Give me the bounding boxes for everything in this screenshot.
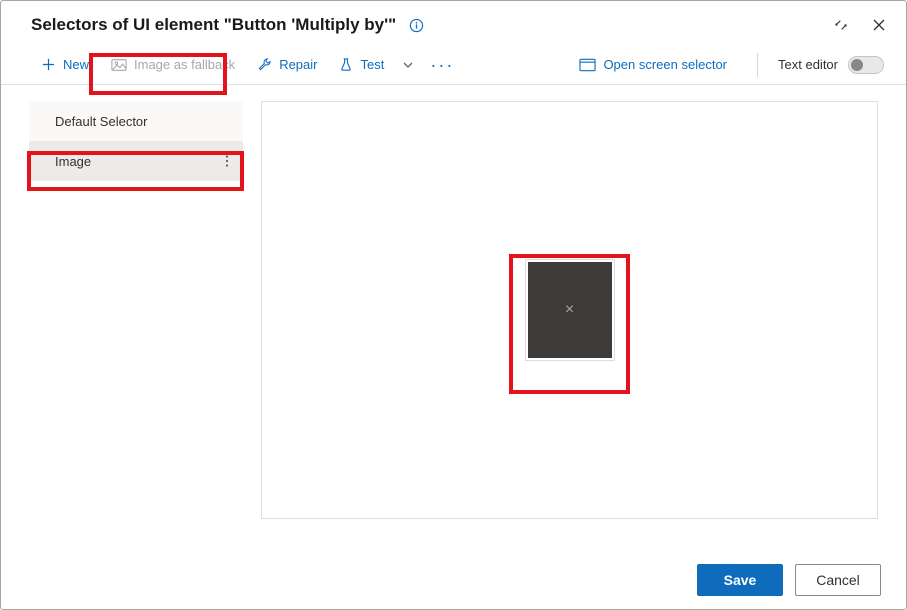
- image-fallback-label: Image as fallback: [134, 57, 235, 72]
- selector-list: Default Selector Image: [29, 101, 243, 519]
- text-editor-label: Text editor: [778, 57, 838, 72]
- info-icon[interactable]: [409, 18, 424, 33]
- preview-image: ×: [526, 260, 614, 360]
- new-label: New: [63, 57, 89, 72]
- dialog-body: Default Selector Image ×: [1, 85, 906, 519]
- image-as-fallback-button[interactable]: Image as fallback: [101, 51, 245, 78]
- selector-item-image[interactable]: Image: [29, 141, 243, 181]
- chevron-down-icon: [402, 59, 414, 71]
- test-button[interactable]: Test: [329, 51, 394, 78]
- repair-label: Repair: [279, 57, 317, 72]
- repair-icon: [257, 57, 272, 72]
- window-controls: [834, 18, 886, 32]
- flask-icon: [339, 57, 353, 72]
- open-screen-selector-button[interactable]: Open screen selector: [569, 51, 737, 78]
- new-button[interactable]: New: [31, 51, 99, 78]
- selector-item-default[interactable]: Default Selector: [29, 101, 243, 141]
- expand-icon[interactable]: [834, 18, 848, 32]
- preview-pane: ×: [261, 101, 878, 519]
- text-editor-toggle[interactable]: [848, 56, 884, 74]
- dialog-footer: Save Cancel: [671, 550, 907, 610]
- close-icon[interactable]: [872, 18, 886, 32]
- plus-icon: [41, 57, 56, 72]
- text-editor-control: Text editor: [778, 56, 884, 74]
- image-icon: [111, 58, 127, 72]
- ellipsis-icon: ···: [430, 55, 454, 75]
- save-label: Save: [724, 572, 757, 588]
- open-screen-selector-label: Open screen selector: [603, 57, 727, 72]
- test-dropdown[interactable]: [396, 53, 420, 77]
- dialog-title-text: Selectors of UI element "Button 'Multipl…: [31, 15, 396, 34]
- preview-glyph: ×: [565, 301, 574, 319]
- selector-item-label: Default Selector: [55, 114, 237, 129]
- screen-selector-icon: [579, 58, 596, 72]
- dialog-title: Selectors of UI element "Button 'Multipl…: [31, 15, 834, 35]
- more-button[interactable]: ···: [422, 53, 462, 77]
- cancel-label: Cancel: [816, 572, 860, 588]
- toolbar-divider: [757, 53, 758, 77]
- test-label: Test: [360, 57, 384, 72]
- more-vertical-icon: [221, 154, 233, 168]
- toolbar-left: New Image as fallback Repair Test ···: [31, 51, 462, 78]
- cancel-button[interactable]: Cancel: [795, 564, 881, 596]
- toggle-knob: [851, 59, 863, 71]
- repair-button[interactable]: Repair: [247, 51, 327, 78]
- toolbar-right: Open screen selector Text editor: [569, 51, 884, 78]
- toolbar: New Image as fallback Repair Test ···: [1, 45, 906, 85]
- dialog-header: Selectors of UI element "Button 'Multipl…: [1, 1, 906, 45]
- item-more-button[interactable]: [217, 150, 237, 172]
- selector-item-label: Image: [55, 154, 217, 169]
- save-button[interactable]: Save: [697, 564, 783, 596]
